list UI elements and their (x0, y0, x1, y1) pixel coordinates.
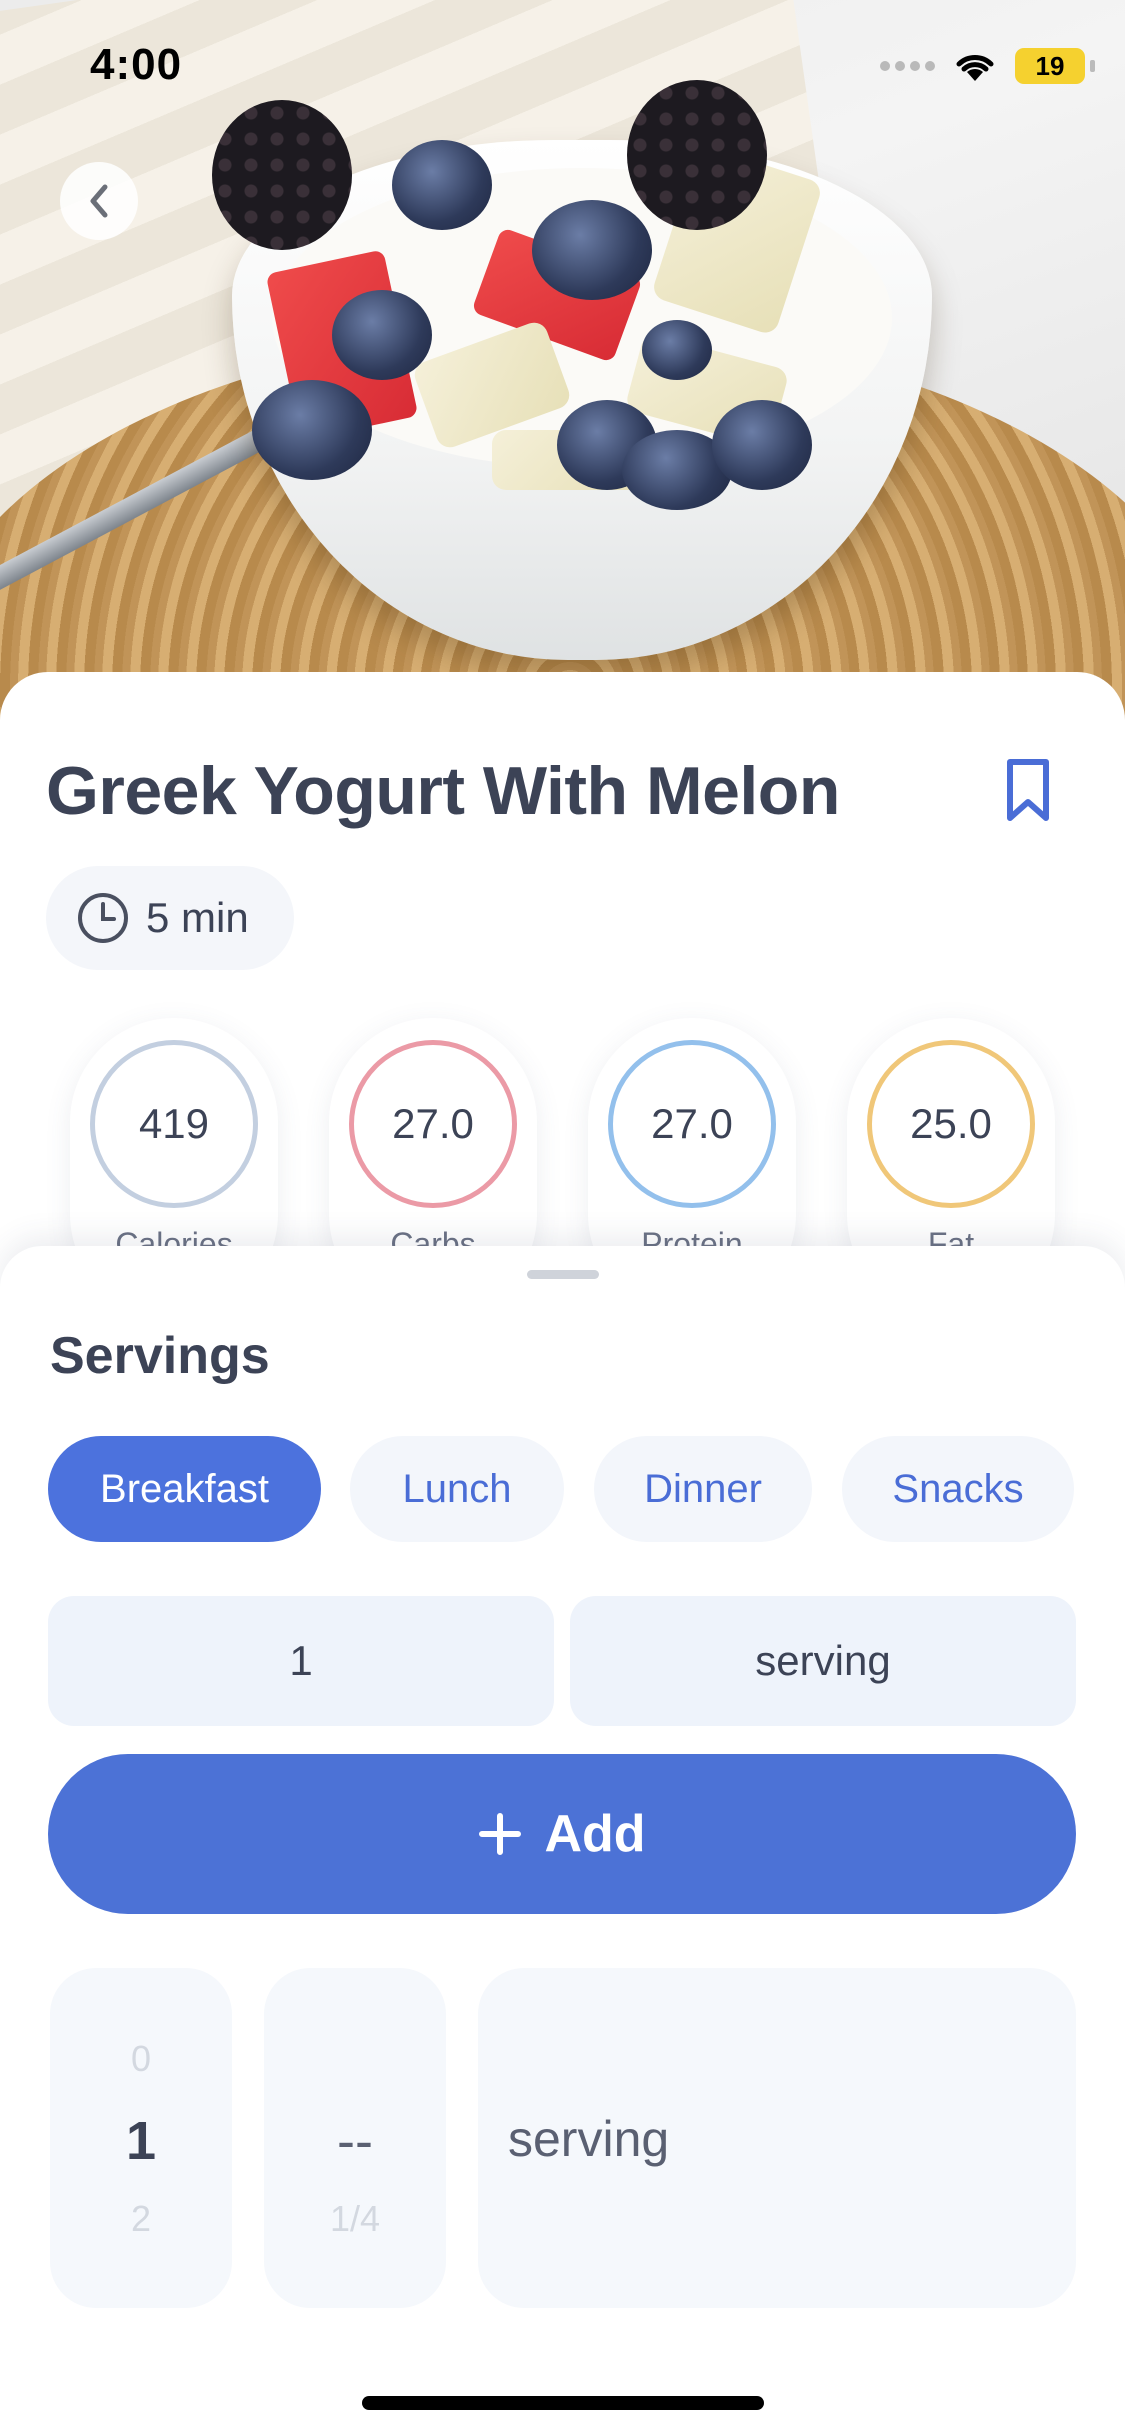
macro-ring: 419 (90, 1040, 258, 1208)
picker-option[interactable]: 1/4 (264, 2198, 446, 2240)
servings-title: Servings (50, 1327, 270, 1385)
meal-snacks-button[interactable]: Snacks (842, 1436, 1074, 1542)
status-icons: 19 (880, 48, 1095, 84)
picker-option[interactable]: 0 (50, 2038, 232, 2080)
macro-ring: 27.0 (608, 1040, 776, 1208)
fraction-picker[interactable]: -- 1/4 (264, 1968, 446, 2308)
wifi-icon (956, 55, 994, 81)
bookmark-button[interactable] (1004, 758, 1052, 827)
back-button[interactable] (60, 162, 138, 240)
clock-icon (78, 893, 128, 943)
picker-selected[interactable]: 1 (50, 2110, 232, 2172)
meal-breakfast-button[interactable]: Breakfast (48, 1436, 321, 1542)
photo-blackberry (212, 100, 352, 250)
macro-ring: 27.0 (349, 1040, 517, 1208)
photo-blueberry (252, 380, 372, 480)
picker-option[interactable]: 2 (50, 2198, 232, 2240)
cellular-signal-icon (880, 61, 935, 71)
serving-unit-field[interactable]: serving (570, 1596, 1076, 1726)
add-button[interactable]: Add (48, 1754, 1076, 1914)
meal-dinner-button[interactable]: Dinner (594, 1436, 812, 1542)
meal-lunch-button[interactable]: Lunch (350, 1436, 564, 1542)
photo-blueberry (392, 140, 492, 230)
picker-selected[interactable]: serving (508, 2110, 669, 2168)
sheet-grabber[interactable] (527, 1270, 599, 1279)
home-indicator (362, 2396, 764, 2410)
macro-ring: 25.0 (867, 1040, 1035, 1208)
status-time: 4:00 (90, 40, 183, 89)
photo-blueberry (712, 400, 812, 490)
prep-time-text: 5 min (146, 894, 249, 941)
unit-picker[interactable]: serving (478, 1968, 1076, 2308)
recipe-title: Greek Yogurt With Melon (46, 753, 840, 829)
photo-blueberry (532, 200, 652, 300)
add-button-label: Add (544, 1805, 646, 1863)
prep-time-chip: 5 min (46, 866, 294, 970)
battery-icon: 19 (1015, 48, 1095, 84)
recipe-photo (0, 0, 1125, 720)
photo-blueberry (642, 320, 712, 380)
plus-icon (479, 1813, 522, 1855)
whole-number-picker[interactable]: 0 1 2 (50, 1968, 232, 2308)
serving-amount-field[interactable]: 1 (48, 1596, 554, 1726)
photo-blackberry (627, 80, 767, 230)
bookmark-icon (1007, 759, 1049, 821)
photo-blueberry (332, 290, 432, 380)
picker-selected[interactable]: -- (264, 2110, 446, 2172)
back-arrow-icon (90, 184, 108, 218)
